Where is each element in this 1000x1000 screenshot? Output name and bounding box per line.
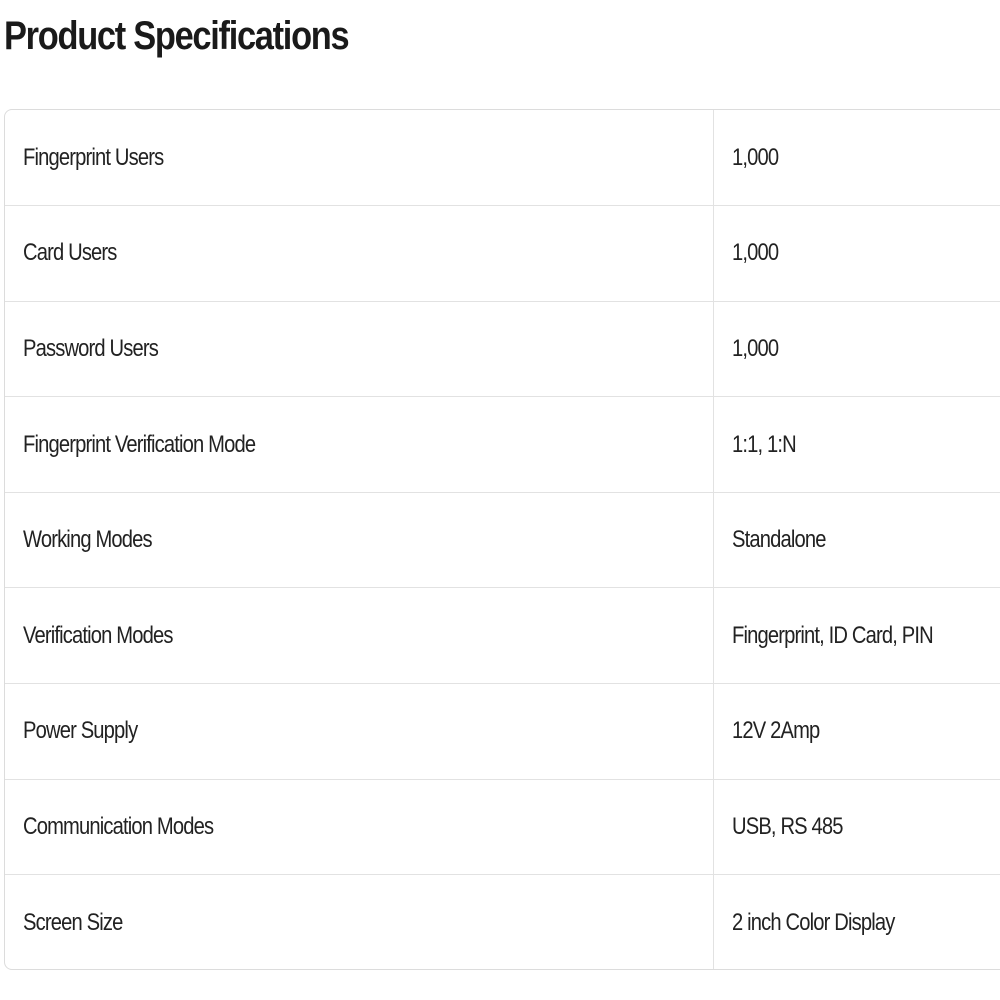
- spec-value: Fingerprint, ID Card, PIN: [731, 621, 934, 649]
- spec-label-cell: Screen Size: [5, 875, 713, 969]
- spec-value: Standalone: [731, 526, 826, 554]
- spec-label-cell: Communication Modes: [5, 779, 713, 876]
- table-row: Password Users 1,000: [5, 301, 1000, 398]
- spec-label: Fingerprint Verification Mode: [23, 430, 256, 458]
- spec-table-container: Fingerprint Users 1,000 Card Users 1,000…: [4, 109, 1000, 970]
- spec-label: Power Supply: [23, 717, 138, 745]
- spec-label: Verification Modes: [23, 621, 173, 649]
- spec-value-cell: 1,000: [712, 205, 1000, 302]
- spec-value-cell: 1:1, 1:N: [712, 396, 1000, 493]
- spec-label-cell: Working Modes: [5, 492, 713, 589]
- spec-value-cell: 12V 2Amp: [712, 683, 1000, 780]
- spec-value: 2 inch Color Display: [731, 908, 895, 936]
- spec-value: 12V 2Amp: [731, 717, 820, 745]
- spec-label-cell: Fingerprint Verification Mode: [5, 396, 713, 493]
- table-row: Communication Modes USB, RS 485: [5, 779, 1000, 876]
- spec-label-cell: Fingerprint Users: [5, 110, 713, 207]
- spec-label-cell: Verification Modes: [5, 587, 713, 685]
- table-row: Fingerprint Verification Mode 1:1, 1:N: [5, 396, 1000, 493]
- table-row: Power Supply 12V 2Amp: [5, 683, 1000, 780]
- spec-label: Fingerprint Users: [23, 143, 164, 171]
- spec-label: Screen Size: [23, 908, 123, 936]
- table-row: Card Users 1,000: [5, 205, 1000, 302]
- table-row: Screen Size 2 inch Color Display: [5, 874, 1000, 969]
- spec-value: 1:1, 1:N: [731, 430, 797, 458]
- spec-value: 1,000: [731, 239, 779, 267]
- spec-value-cell: 2 inch Color Display: [712, 874, 1000, 969]
- spec-label-cell: Power Supply: [5, 683, 713, 780]
- spec-label-cell: Password Users: [5, 301, 713, 398]
- table-row: Fingerprint Users 1,000: [5, 110, 1000, 207]
- spec-label: Password Users: [23, 334, 159, 362]
- spec-value-cell: Standalone: [712, 492, 1000, 589]
- spec-value-cell: USB, RS 485: [712, 779, 1000, 876]
- spec-value-cell: 1,000: [712, 110, 1000, 207]
- spec-value-cell: Fingerprint, ID Card, PIN: [712, 587, 1000, 685]
- spec-label: Communication Modes: [23, 812, 214, 840]
- spec-label-cell: Card Users: [5, 205, 713, 302]
- table-row: Verification Modes Fingerprint, ID Card,…: [5, 587, 1000, 685]
- spec-label: Working Modes: [23, 526, 153, 554]
- spec-value-cell: 1,000: [712, 301, 1000, 398]
- spec-value: USB, RS 485: [731, 812, 843, 840]
- table-row: Working Modes Standalone: [5, 492, 1000, 589]
- spec-table: Fingerprint Users 1,000 Card Users 1,000…: [5, 110, 1000, 969]
- spec-value: 1,000: [731, 334, 779, 362]
- page-title: Product Specifications: [4, 14, 350, 58]
- spec-value: 1,000: [731, 143, 779, 171]
- spec-label: Card Users: [23, 239, 117, 267]
